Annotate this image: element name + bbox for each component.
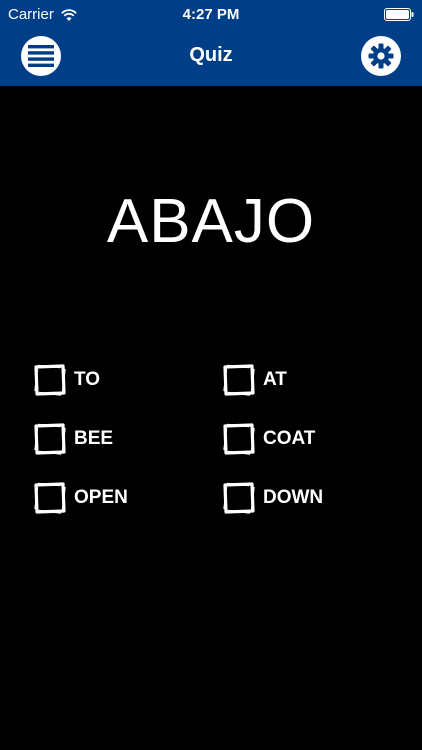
page-title: Quiz xyxy=(189,44,233,66)
option-bee[interactable]: BEE xyxy=(32,421,113,457)
quiz-word: ABAJO xyxy=(106,187,316,256)
option-at[interactable]: AT xyxy=(221,362,287,398)
option-label: DOWN xyxy=(263,487,324,508)
checkbox-icon xyxy=(223,423,255,455)
nav-bar: Quiz xyxy=(0,30,422,86)
checkbox-icon xyxy=(223,482,255,514)
header: Carrier 4:27 PM Quiz xyxy=(0,0,422,86)
option-open[interactable]: OPEN xyxy=(32,480,128,516)
checkbox-icon xyxy=(34,364,66,396)
option-label: COAT xyxy=(263,428,316,449)
checkbox-icon xyxy=(34,482,66,514)
option-coat[interactable]: COAT xyxy=(221,421,315,457)
option-label: TO xyxy=(74,369,101,390)
status-time: 4:27 PM xyxy=(182,6,240,23)
settings-button[interactable] xyxy=(361,36,401,76)
checkbox-icon xyxy=(34,423,66,455)
option-label: AT xyxy=(263,369,287,390)
option-label: OPEN xyxy=(74,487,128,508)
status-bar: Carrier 4:27 PM xyxy=(0,0,422,30)
option-to[interactable]: TO xyxy=(32,362,100,398)
option-label: BEE xyxy=(74,428,114,449)
option-down[interactable]: DOWN xyxy=(221,480,323,516)
checkbox-icon xyxy=(223,364,255,396)
gear-icon xyxy=(368,43,394,69)
battery-icon xyxy=(384,8,414,21)
